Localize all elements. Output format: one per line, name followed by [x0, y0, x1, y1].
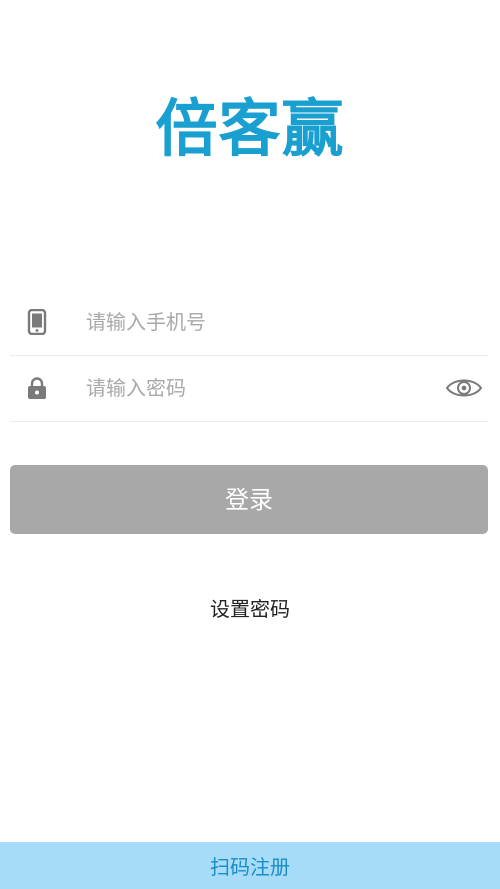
- bottom-bar: 扫码注册: [0, 842, 500, 889]
- app-logo: 倍客赢: [155, 92, 345, 165]
- password-field-row: [10, 355, 488, 422]
- login-button[interactable]: 登录: [10, 465, 488, 534]
- phone-input[interactable]: [64, 302, 488, 342]
- mobile-phone-icon: [10, 309, 64, 335]
- password-input[interactable]: [64, 368, 440, 408]
- scan-register-link[interactable]: 扫码注册: [210, 851, 290, 880]
- eye-icon[interactable]: [440, 368, 488, 408]
- phone-field-row: [10, 289, 488, 356]
- lock-icon: [10, 376, 64, 400]
- login-screen: 倍客赢 登录 设置密码: [0, 0, 500, 889]
- set-password-link[interactable]: 设置密码: [0, 592, 500, 626]
